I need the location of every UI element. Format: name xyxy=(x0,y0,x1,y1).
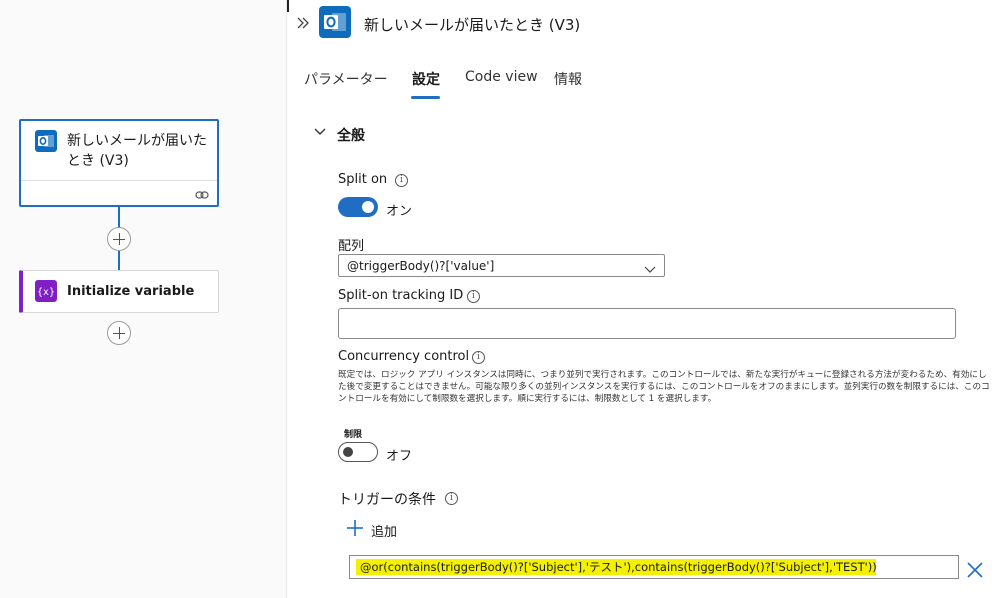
chevron-down-icon xyxy=(644,260,656,279)
flow-connector xyxy=(118,207,120,229)
limit-toggle[interactable] xyxy=(338,442,378,462)
svg-text:{x}: {x} xyxy=(37,287,55,298)
flow-connector xyxy=(118,251,120,270)
variable-icon: {x} xyxy=(35,280,57,306)
array-select[interactable]: @triggerBody()?['value'] xyxy=(338,254,665,277)
toggle-knob xyxy=(362,201,374,213)
trigger-condition-value: @or(contains(triggerBody()?['Subject'],'… xyxy=(360,560,877,574)
close-icon[interactable] xyxy=(966,561,984,583)
add-step-button[interactable] xyxy=(107,227,131,251)
designer-canvas: 新しいメールが届いたとき (V3) {x} Initialize variabl… xyxy=(0,0,286,598)
concurrency-label: Concurrency control xyxy=(338,349,470,364)
trigger-condition-input[interactable]: @or(contains(triggerBody()?['Subject'],'… xyxy=(349,555,959,579)
trigger-card[interactable]: 新しいメールが届いたとき (V3) xyxy=(19,119,219,207)
info-icon[interactable]: i xyxy=(472,351,485,364)
outlook-icon xyxy=(35,130,57,156)
array-label: 配列 xyxy=(338,239,365,254)
tab-settings[interactable]: 設定 xyxy=(412,69,440,89)
outlook-icon xyxy=(319,6,351,42)
info-icon[interactable]: i xyxy=(445,492,458,505)
split-on-state: オン xyxy=(386,204,413,219)
link-icon xyxy=(195,185,209,204)
active-tab-indicator xyxy=(411,96,440,99)
limit-state: オフ xyxy=(386,449,413,464)
plus-icon xyxy=(346,519,364,541)
toggle-knob xyxy=(343,447,353,457)
add-condition-label: 追加 xyxy=(371,525,398,540)
card-divider xyxy=(21,180,217,181)
variable-card-title: Initialize variable xyxy=(67,284,195,299)
split-on-label: Split on xyxy=(338,172,388,187)
chevron-down-icon[interactable] xyxy=(313,124,327,143)
tab-parameters[interactable]: パラメーター xyxy=(304,69,388,89)
tracking-id-label: Split-on tracking ID xyxy=(338,288,464,303)
collapse-panel-icon[interactable] xyxy=(296,14,310,33)
add-step-button[interactable] xyxy=(107,321,131,345)
section-title-general[interactable]: 全般 xyxy=(337,125,365,145)
trigger-card-title: 新しいメールが届いたとき (V3) xyxy=(67,133,207,169)
limit-label: 制限 xyxy=(344,430,363,440)
trigger-conditions-label: トリガーの条件 xyxy=(338,492,436,508)
tab-info[interactable]: 情報 xyxy=(554,69,582,89)
details-panel: 新しいメールが届いたとき (V3) パラメーター 設定 Code view 情報… xyxy=(287,0,998,598)
info-icon[interactable]: i xyxy=(395,174,408,187)
split-on-toggle[interactable] xyxy=(338,197,378,217)
info-icon[interactable]: i xyxy=(467,290,480,303)
tracking-id-input[interactable] xyxy=(338,308,956,339)
concurrency-description: 既定では、ロジック アプリ インスタンスは同時に、つまり並列で実行されます。この… xyxy=(338,370,990,404)
initialize-variable-card[interactable]: {x} Initialize variable xyxy=(19,270,219,313)
tab-code-view[interactable]: Code view xyxy=(465,69,538,85)
panel-title: 新しいメールが届いたとき (V3) xyxy=(364,16,581,34)
array-select-value: @triggerBody()?['value'] xyxy=(347,259,495,273)
